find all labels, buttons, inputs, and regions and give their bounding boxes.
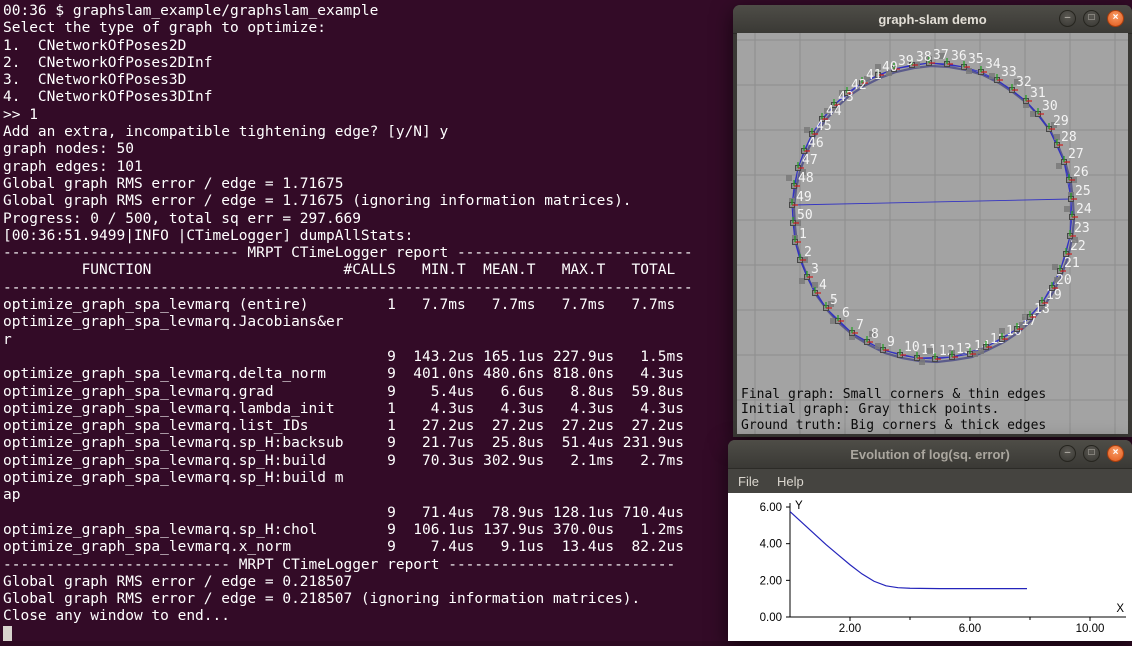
- node-label: 44: [826, 104, 842, 119]
- x-tick-label: 10.00: [1076, 623, 1105, 635]
- menu-help[interactable]: Help: [777, 474, 804, 489]
- node-label: 43: [838, 90, 854, 105]
- window-buttons: – □ ×: [1059, 445, 1124, 462]
- x-tick-label: 6.00: [959, 623, 981, 635]
- close-icon: ×: [1113, 447, 1119, 458]
- node-label: 50: [797, 208, 813, 223]
- graph-canvas-svg: 1234567891011121314151617181920212223242…: [737, 33, 1128, 434]
- minimize-icon: –: [1065, 12, 1071, 23]
- initial-graph-point: [1064, 206, 1070, 212]
- window-title: graph-slam demo: [878, 12, 986, 27]
- node-label: 23: [1074, 221, 1090, 236]
- plot-svg: 0.00 2.00 4.00 6.00 2.00 6.00 10.00 Y X: [728, 493, 1132, 641]
- initial-graph-point: [786, 175, 792, 181]
- node-label: 45: [816, 119, 832, 134]
- graph-legend: Final graph: Small corners & thin edges …: [741, 387, 1046, 434]
- plot-area[interactable]: 0.00 2.00 4.00 6.00 2.00 6.00 10.00 Y X: [728, 493, 1132, 641]
- terminal-cursor: [3, 626, 12, 641]
- y-tick-label: 6.00: [760, 502, 782, 514]
- graphslam-demo-window: graph-slam demo – □ × 123456789101112131…: [733, 5, 1132, 437]
- y-tick-label: 2.00: [760, 575, 782, 587]
- node-label: 34: [985, 57, 1001, 72]
- node-label: 47: [802, 153, 818, 168]
- node-label: 39: [898, 54, 914, 69]
- node-label: 36: [951, 49, 967, 64]
- close-icon: ×: [1113, 12, 1119, 23]
- y-tick-label: 4.00: [760, 539, 782, 551]
- close-button[interactable]: ×: [1107, 10, 1124, 27]
- node-label: 28: [1061, 130, 1077, 145]
- close-button[interactable]: ×: [1107, 445, 1124, 462]
- node-label: 9: [887, 335, 895, 350]
- node-label: 37: [933, 48, 949, 63]
- node-label: 32: [1016, 75, 1032, 90]
- node-label: 46: [808, 136, 824, 151]
- node-label: 29: [1053, 114, 1069, 129]
- node-label: 7: [856, 318, 864, 333]
- node-label: 21: [1064, 256, 1080, 271]
- node-label: 2: [804, 245, 812, 260]
- node-label: 26: [1073, 165, 1089, 180]
- maximize-icon: □: [1088, 12, 1094, 23]
- x-tick-label: 2.00: [839, 623, 861, 635]
- graphslam-demo-titlebar[interactable]: graph-slam demo – □ ×: [733, 5, 1132, 34]
- maximize-button[interactable]: □: [1083, 10, 1100, 27]
- menubar: File Help: [728, 469, 1132, 494]
- node-label: 35: [968, 52, 984, 67]
- legend-line-initial: Initial graph: Gray thick points.: [741, 402, 1046, 418]
- node-label: 4: [819, 278, 827, 293]
- error-curve: [790, 512, 1027, 589]
- error-plot-window: Evolution of log(sq. error) – □ × File H…: [728, 440, 1132, 641]
- node-label: 40: [882, 60, 898, 75]
- node-label: 49: [796, 190, 812, 205]
- node-label: 38: [916, 50, 932, 65]
- window-title: Evolution of log(sq. error): [850, 447, 1010, 462]
- node-label: 48: [798, 171, 814, 186]
- node-label: 31: [1030, 86, 1046, 101]
- node-label: 3: [811, 262, 819, 277]
- maximize-icon: □: [1088, 447, 1094, 458]
- error-plot-titlebar[interactable]: Evolution of log(sq. error) – □ ×: [728, 440, 1132, 469]
- legend-line-final: Final graph: Small corners & thin edges: [741, 387, 1046, 403]
- node-label: 6: [842, 306, 850, 321]
- x-axis-label: X: [1116, 603, 1124, 615]
- window-buttons: – □ ×: [1059, 10, 1124, 27]
- node-label: 8: [871, 327, 879, 342]
- node-label: 1: [799, 227, 807, 242]
- graph-3d-viewport[interactable]: 1234567891011121314151617181920212223242…: [737, 33, 1128, 434]
- node-label: 25: [1075, 184, 1091, 199]
- minimize-icon: –: [1065, 447, 1071, 458]
- maximize-button[interactable]: □: [1083, 445, 1100, 462]
- y-axis-label: Y: [795, 500, 803, 512]
- menu-file[interactable]: File: [738, 474, 759, 489]
- initial-graph-point: [927, 348, 933, 354]
- node-label: 24: [1076, 202, 1092, 217]
- node-label: 5: [830, 293, 838, 308]
- node-label: 30: [1042, 99, 1058, 114]
- node-label: 27: [1068, 147, 1084, 162]
- minimize-button[interactable]: –: [1059, 445, 1076, 462]
- legend-line-ground-truth: Ground truth: Big corners & thick edges: [741, 418, 1046, 434]
- y-tick-label: 0.00: [760, 612, 782, 624]
- node-label: 33: [1001, 65, 1017, 80]
- minimize-button[interactable]: –: [1059, 10, 1076, 27]
- node-label: 20: [1056, 273, 1072, 288]
- node-label: 41: [866, 68, 882, 83]
